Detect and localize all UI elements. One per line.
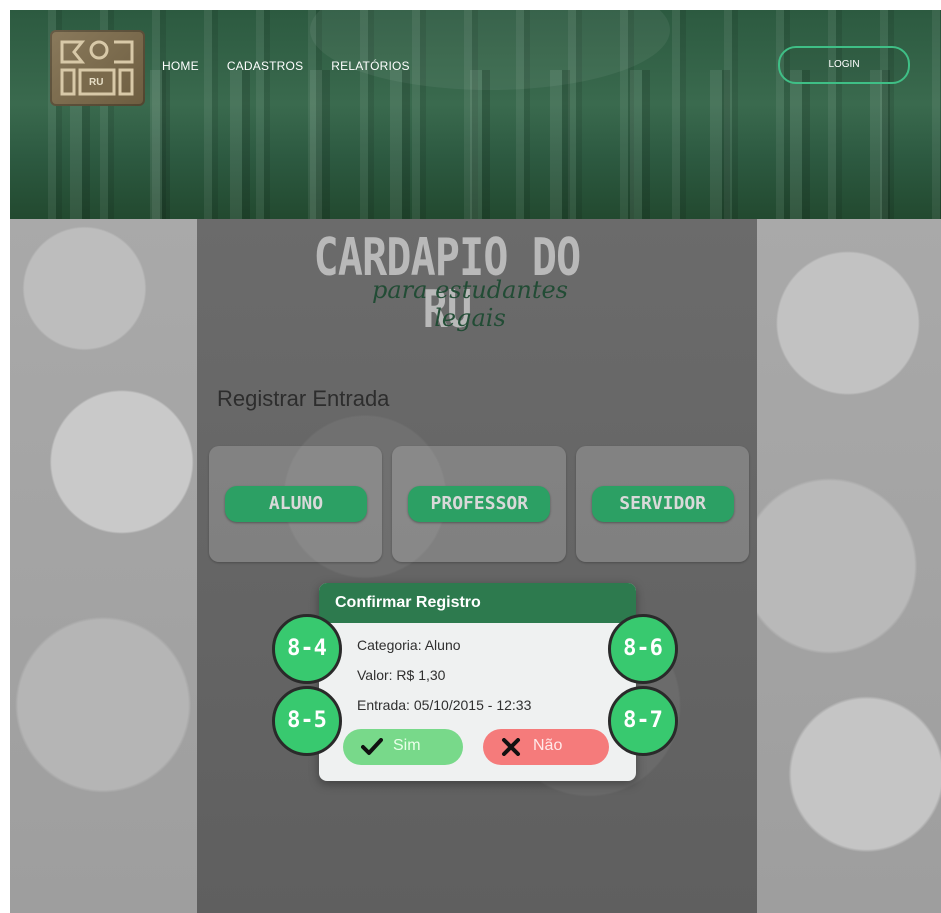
entrada-value: Entrada: 05/10/2015 - 12:33 [357,697,532,713]
logo[interactable]: RU [50,30,145,106]
page: RU HOME CADASTROS RELATÓRIOS LOGIN CARDA… [0,0,941,913]
page-subtitle: para estudantes legais [372,276,568,332]
section-title: Registrar Entrada [217,386,390,411]
sim-label: Sim [393,737,421,754]
logo-text: RU [89,77,104,88]
pillars-decoration [10,70,941,219]
marker-8-5: 8-5 [272,686,342,756]
marker-8-7: 8-7 [608,686,678,756]
valor-value: Valor: R$ 1,30 [357,667,446,683]
close-icon [502,738,520,756]
dialog-title: Confirmar Registro [319,583,636,623]
confirm-dialog: Confirmar Registro Categoria: Aluno Valo… [319,583,636,781]
header: RU HOME CADASTROS RELATÓRIOS LOGIN [10,10,941,219]
nav-relatorios[interactable]: RELATÓRIOS [331,59,409,73]
dialog-body: Categoria: Aluno Valor: R$ 1,30 Entrada:… [357,637,531,727]
marker-8-6: 8-6 [608,614,678,684]
card-aluno: ALUNO [209,446,383,562]
nav-cadastros[interactable]: CADASTROS [227,59,303,73]
aluno-button[interactable]: ALUNO [225,486,367,522]
login-button[interactable]: LOGIN [778,46,910,84]
check-icon [361,738,383,755]
logo-emblem-icon [60,40,134,96]
professor-button[interactable]: PROFESSOR [408,486,551,522]
servidor-button[interactable]: SERVIDOR [591,486,734,522]
top-nav: HOME CADASTROS RELATÓRIOS [162,59,410,73]
categoria-value: Categoria: Aluno [357,637,461,653]
category-cards: ALUNO PROFESSOR SERVIDOR [209,446,749,562]
marker-8-4: 8-4 [272,614,342,684]
sim-button[interactable]: Sim [343,729,463,765]
nav-home[interactable]: HOME [162,59,199,73]
nao-label: Não [533,737,563,754]
card-servidor: SERVIDOR [575,446,749,562]
nao-button[interactable]: Não [483,729,609,765]
card-professor: PROFESSOR [392,446,566,562]
